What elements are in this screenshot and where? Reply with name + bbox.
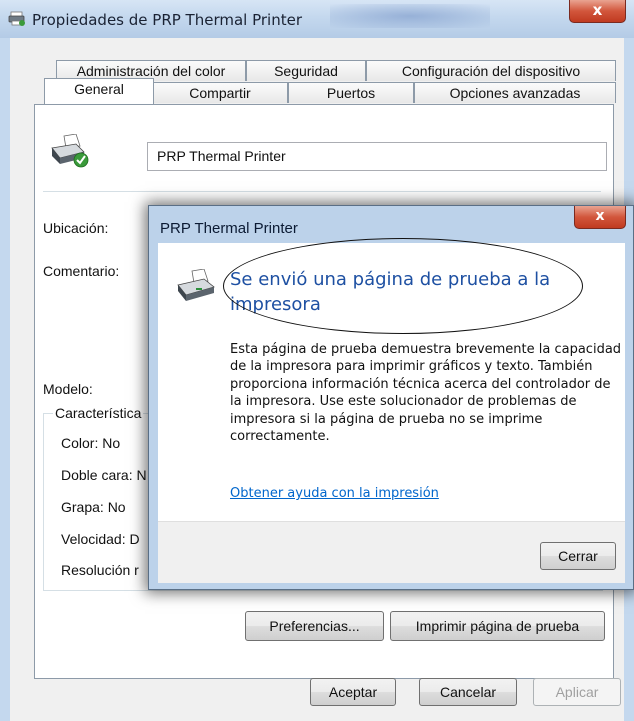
title-bar[interactable]: Propiedades de PRP Thermal Printer x [0,0,634,38]
feature-item: Color: No [61,435,121,451]
printer-name-value: PRP Thermal Printer [157,148,286,164]
feature-item: Velocidad: D [61,531,140,547]
model-label: Modelo: [43,381,93,397]
feature-item: Resolución r [61,562,139,578]
tab-ports[interactable]: Puertos [288,82,414,103]
separator [43,191,601,192]
tab-sharing[interactable]: Compartir [152,82,288,103]
help-link[interactable]: Obtener ayuda con la impresión [230,486,439,501]
title-bar-glow [330,4,490,28]
apply-button[interactable]: Aplicar [533,678,621,706]
printer-icon [177,269,215,301]
features-label: Característica [53,405,144,421]
window-close-button[interactable]: x [569,0,626,23]
comment-label: Comentario: [43,263,120,279]
print-test-page-button[interactable]: Imprimir página de prueba [390,611,605,641]
printer-icon [51,134,89,168]
tab-general[interactable]: General [44,78,154,104]
window-title: Propiedades de PRP Thermal Printer [32,11,302,29]
preferences-button[interactable]: Preferencias... [245,611,384,641]
feature-item: Doble cara: N [61,467,147,483]
feature-item: Grapa: No [61,499,126,515]
tab-advanced[interactable]: Opciones avanzadas [414,82,616,103]
dialog-title: PRP Thermal Printer [160,220,298,237]
close-button[interactable]: Cerrar [540,542,616,570]
annotation-ellipse [223,238,583,334]
cancel-button[interactable]: Cancelar [419,678,517,706]
location-label: Ubicación: [43,220,109,236]
printer-app-icon [8,11,25,26]
dialog-footer: Cerrar [158,521,625,583]
tab-device-settings[interactable]: Configuración del dispositivo [366,60,616,81]
dialog-body-text: Esta página de prueba demuestra brevemen… [230,342,622,445]
ok-button[interactable]: Aceptar [310,678,396,706]
dialog-close-button[interactable]: x [574,206,626,229]
tab-security[interactable]: Seguridad [246,60,366,81]
printer-name-field[interactable]: PRP Thermal Printer [147,142,607,171]
window-frame-left [0,38,10,721]
